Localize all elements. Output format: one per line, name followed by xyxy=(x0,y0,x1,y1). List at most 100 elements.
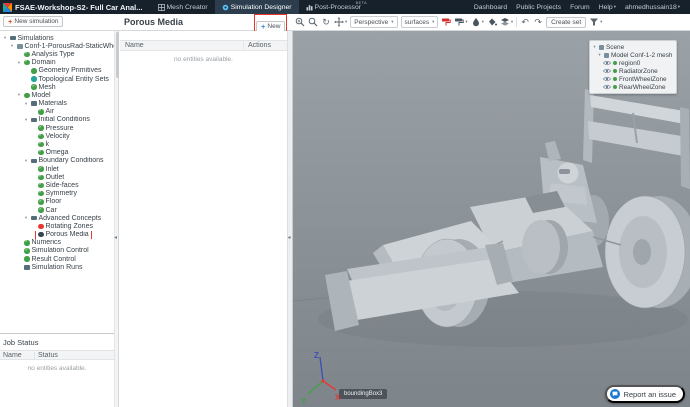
tree-item-simulations[interactable]: ▾ Simulations xyxy=(0,34,114,42)
new-simulation-button[interactable]: + New simulation xyxy=(3,16,64,27)
undo-view-icon[interactable]: ↶ xyxy=(520,16,530,28)
tree-item-wrap: Advanced Concepts xyxy=(29,214,103,222)
collapse-sidebar-handle[interactable]: ◂ xyxy=(114,235,117,241)
tree-item-omega[interactable]: Omega xyxy=(0,149,114,157)
tree-item-wrap: Simulation Control xyxy=(22,247,91,255)
eye-icon[interactable] xyxy=(603,84,611,90)
tab-label: Post-Processor xyxy=(314,3,361,11)
tree-item-car[interactable]: Car xyxy=(0,206,114,214)
projection-dropdown[interactable]: Perspective ▾ xyxy=(350,16,398,28)
mesh-creator-icon xyxy=(157,3,165,11)
tree-item-materials[interactable]: ▾ Materials xyxy=(0,100,114,108)
column-actions: Actions xyxy=(243,42,287,49)
tab-mesh-creator[interactable]: Mesh Creator xyxy=(151,0,215,14)
tree-item-analysis-type[interactable]: Analysis Type xyxy=(0,50,114,58)
collapse-panel-handle[interactable]: ◂ xyxy=(288,235,291,241)
create-set-button[interactable]: Create set xyxy=(546,16,587,28)
nav-ahmedhussain18[interactable]: ahmedhussain18 ▾ xyxy=(625,4,680,11)
layers-dropdown[interactable]: ▾ xyxy=(500,16,513,28)
tree-item-conf-1-porousrad-staticwheels[interactable]: ▾Conf-1-PorousRad-StaticWheels xyxy=(0,42,114,50)
render-mode-dropdown[interactable]: surfaces ▾ xyxy=(400,16,439,28)
bounding-box-tooltip: boundingBox3 xyxy=(339,389,388,399)
tree-item-mesh[interactable]: Mesh xyxy=(0,83,114,91)
status-dot-red-icon xyxy=(38,223,44,230)
eye-icon[interactable] xyxy=(603,76,611,82)
tree-caret-icon[interactable]: ▾ xyxy=(597,52,602,58)
tree-item-symmetry[interactable]: Symmetry xyxy=(0,190,114,198)
project-title: FSAE-Workshop-S2- Full Car Anal... xyxy=(15,2,143,12)
column-status: Status xyxy=(34,351,114,359)
tab-simulation-designer[interactable]: Simulation Designer xyxy=(214,0,299,14)
axis-y-label: Y xyxy=(301,397,307,405)
tree-item-floor[interactable]: Floor xyxy=(0,198,114,206)
scene-zone-radiatorzone[interactable]: RadiatorZone xyxy=(592,67,674,75)
viewport-3d[interactable]: ▾ Scene ▾ Model Conf-1-2 mesh region0 Rad… xyxy=(293,31,690,407)
nav-dashboard[interactable]: Dashboard xyxy=(474,4,507,11)
tree-item-simulation-runs[interactable]: Simulation Runs xyxy=(0,263,114,271)
tree-item-numerics[interactable]: Numerics xyxy=(0,239,114,247)
tree-item-geometry-primitives[interactable]: Geometry Primitives xyxy=(0,67,114,75)
pan-icon[interactable]: ▾ xyxy=(334,16,347,28)
tree-item-simulation-control[interactable]: Simulation Control xyxy=(0,247,114,255)
scene-zone-frontwheelzone[interactable]: FrontWheelZone xyxy=(592,75,674,83)
sidebar-scrollbar[interactable] xyxy=(114,31,119,407)
tree-item-label: Mesh xyxy=(38,83,56,91)
nav-public-projects[interactable]: Public Projects xyxy=(516,4,561,11)
tree-item-outlet[interactable]: Outlet xyxy=(0,173,114,181)
tree-item-porous-media[interactable]: Porous Media xyxy=(0,231,114,239)
tree-item-rotating-zones[interactable]: Rotating Zones xyxy=(0,222,114,230)
scene-model[interactable]: ▾ Model Conf-1-2 mesh xyxy=(592,51,674,59)
scene-zone-region0[interactable]: region0 xyxy=(592,59,674,67)
tree-item-boundary-conditions[interactable]: ▾ Boundary Conditions xyxy=(0,157,114,165)
report-issue-button[interactable]: Report an issue xyxy=(605,385,685,403)
tree-item-k[interactable]: k xyxy=(0,140,114,148)
tree-item-result-control[interactable]: Result Control xyxy=(0,255,114,263)
beta-badge: BETA xyxy=(355,0,367,5)
filter-dropdown[interactable]: ▾ xyxy=(589,16,602,28)
tree-item-air[interactable]: Air xyxy=(0,108,114,116)
simscale-logo[interactable] xyxy=(3,2,12,12)
tree-item-topological-entity-sets[interactable]: Topological Entity Sets xyxy=(0,75,114,83)
tree-item-wrap: Car xyxy=(36,206,59,214)
zoom-window-icon[interactable] xyxy=(295,16,305,28)
reset-view-icon[interactable]: ↻ xyxy=(321,16,331,28)
scene-zone-rearwheelzone[interactable]: RearWheelZone xyxy=(592,83,674,91)
tab-post-processor[interactable]: Post-Processor BETA xyxy=(299,0,368,14)
tree-item-inlet[interactable]: Inlet xyxy=(0,165,114,173)
tree-item-wrap: Result Control xyxy=(22,255,78,263)
tree-item-advanced-concepts[interactable]: ▾ Advanced Concepts xyxy=(0,214,114,222)
zoom-icon[interactable] xyxy=(308,16,318,28)
eye-icon[interactable] xyxy=(603,68,611,74)
eye-icon[interactable] xyxy=(603,60,611,66)
scene-root[interactable]: ▾ Scene xyxy=(592,43,674,51)
axis-triad: Z X Y xyxy=(301,351,341,405)
paint-red-icon[interactable] xyxy=(441,16,452,28)
nav-forum[interactable]: Forum xyxy=(570,4,590,11)
paint-bucket-icon[interactable] xyxy=(487,16,497,28)
tree-item-label: Inlet xyxy=(45,165,59,173)
color-drop-dropdown[interactable]: ▾ xyxy=(471,16,484,28)
tree-item-wrap: Outlet xyxy=(36,173,66,181)
tree-item-initial-conditions[interactable]: ▾ Initial Conditions xyxy=(0,116,114,124)
tree-item-model[interactable]: ▾ Model xyxy=(0,91,114,99)
status-folder-icon xyxy=(31,158,37,164)
paint-color-dropdown[interactable]: ▾ xyxy=(454,16,468,28)
tree-item-wrap: Topological Entity Sets xyxy=(29,75,111,83)
tree-item-domain[interactable]: ▾Domain xyxy=(0,59,114,67)
status-dot-green-icon xyxy=(24,256,30,262)
tree-item-label: Analysis Type xyxy=(31,50,75,58)
redo-view-icon[interactable]: ↷ xyxy=(533,16,543,28)
tree-item-velocity[interactable]: Velocity xyxy=(0,132,114,140)
tree-item-label: Materials xyxy=(38,100,67,108)
status-check-icon xyxy=(24,50,30,58)
tree-item-side-faces[interactable]: Side-faces xyxy=(0,181,114,189)
scrollbar-thumb[interactable] xyxy=(116,32,119,78)
header-tabs: Mesh Creator Simulation Designer Post-Proc… xyxy=(151,0,368,14)
tree-item-wrap: Floor xyxy=(36,198,63,206)
tree-caret-icon[interactable]: ▾ xyxy=(592,44,597,50)
tree-item-pressure[interactable]: Pressure xyxy=(0,124,114,132)
tree-item-wrap: Velocity xyxy=(36,132,72,140)
plus-icon: + xyxy=(8,17,13,26)
status-check-icon xyxy=(24,239,30,246)
nav-help[interactable]: Help ▾ xyxy=(599,4,616,11)
